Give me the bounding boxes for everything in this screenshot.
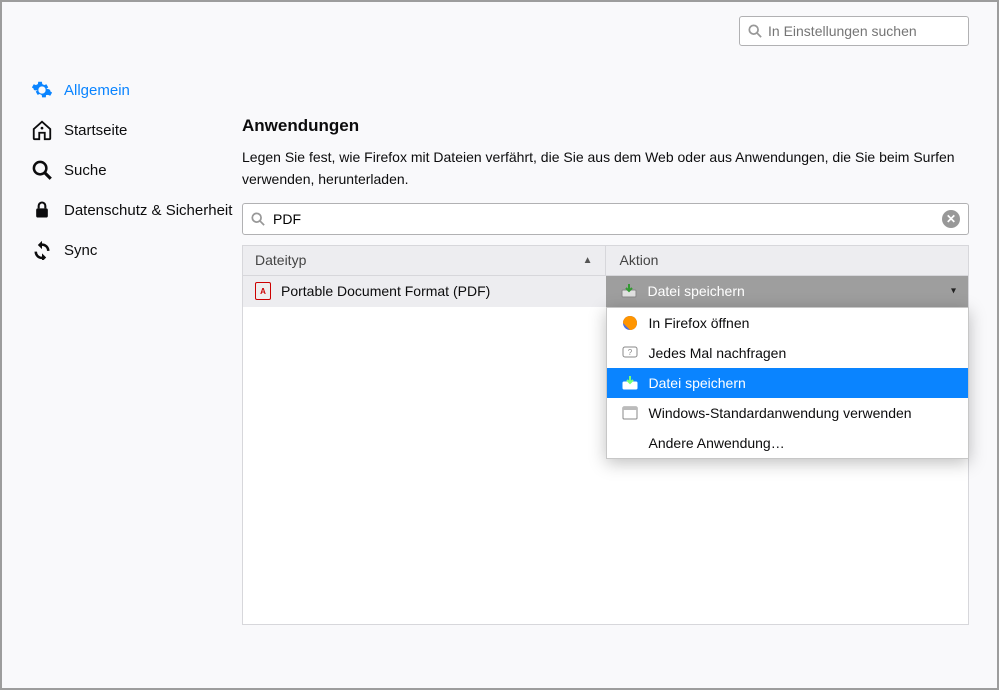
sidebar-item-label: Datenschutz & Sicherheit	[64, 202, 232, 219]
save-file-icon	[620, 284, 638, 298]
firefox-icon	[621, 315, 639, 331]
gear-icon	[30, 78, 54, 102]
sidebar-item-search[interactable]: Suche	[30, 150, 242, 190]
windows-app-icon	[621, 405, 639, 421]
action-select[interactable]: Datei speichern ▾	[606, 276, 969, 307]
filetype-filter-box[interactable]: ✕	[242, 203, 969, 235]
dropdown-option-always-ask[interactable]: ? Jedes Mal nachfragen	[607, 338, 969, 368]
pdf-file-icon: A	[255, 282, 271, 300]
settings-search-box[interactable]	[739, 16, 969, 46]
sidebar-item-label: Sync	[64, 242, 97, 259]
close-icon: ✕	[946, 212, 956, 226]
svg-text:?: ?	[627, 348, 632, 357]
action-dropdown: In Firefox öffnen ? Jedes Mal nachfragen…	[606, 307, 970, 459]
sidebar-item-sync[interactable]: Sync	[30, 230, 242, 270]
sync-icon	[30, 238, 54, 262]
home-icon	[30, 118, 54, 142]
lock-icon	[30, 198, 54, 222]
column-header-filetype[interactable]: Dateityp ▲	[243, 246, 606, 275]
main-content: Anwendungen Legen Sie fest, wie Firefox …	[242, 46, 997, 688]
dropdown-option-other-app[interactable]: Andere Anwendung…	[607, 428, 969, 458]
sidebar: Allgemein Startseite Suche Datenschutz &…	[2, 46, 242, 688]
clear-filter-button[interactable]: ✕	[942, 210, 960, 228]
dropdown-option-save-file[interactable]: Datei speichern	[607, 368, 969, 398]
sidebar-item-general[interactable]: Allgemein	[30, 70, 242, 110]
sidebar-item-label: Suche	[64, 162, 107, 179]
sort-ascending-icon: ▲	[583, 255, 593, 266]
search-icon	[251, 212, 265, 226]
filetype-filter-input[interactable]	[273, 211, 942, 227]
blank-icon	[621, 435, 639, 451]
search-icon	[30, 158, 54, 182]
section-description: Legen Sie fest, wie Firefox mit Dateien …	[242, 146, 969, 191]
question-icon: ?	[621, 345, 639, 361]
sidebar-item-label: Allgemein	[64, 82, 130, 99]
filetype-cell: A Portable Document Format (PDF)	[243, 276, 606, 307]
dropdown-option-open-firefox[interactable]: In Firefox öffnen	[607, 308, 969, 338]
search-icon	[748, 24, 762, 38]
sidebar-item-label: Startseite	[64, 122, 127, 139]
sidebar-item-privacy[interactable]: Datenschutz & Sicherheit	[30, 190, 242, 230]
save-file-icon	[621, 375, 639, 391]
dropdown-option-windows-default[interactable]: Windows-Standardanwendung verwenden	[607, 398, 969, 428]
section-title: Anwendungen	[242, 116, 969, 136]
applications-table: Dateityp ▲ Aktion A Portable Document Fo…	[242, 245, 969, 625]
sidebar-item-home[interactable]: Startseite	[30, 110, 242, 150]
table-row[interactable]: A Portable Document Format (PDF) Datei s…	[243, 276, 968, 307]
column-header-action[interactable]: Aktion	[606, 246, 969, 275]
chevron-down-icon: ▾	[951, 286, 956, 297]
settings-search-input[interactable]	[768, 23, 960, 39]
